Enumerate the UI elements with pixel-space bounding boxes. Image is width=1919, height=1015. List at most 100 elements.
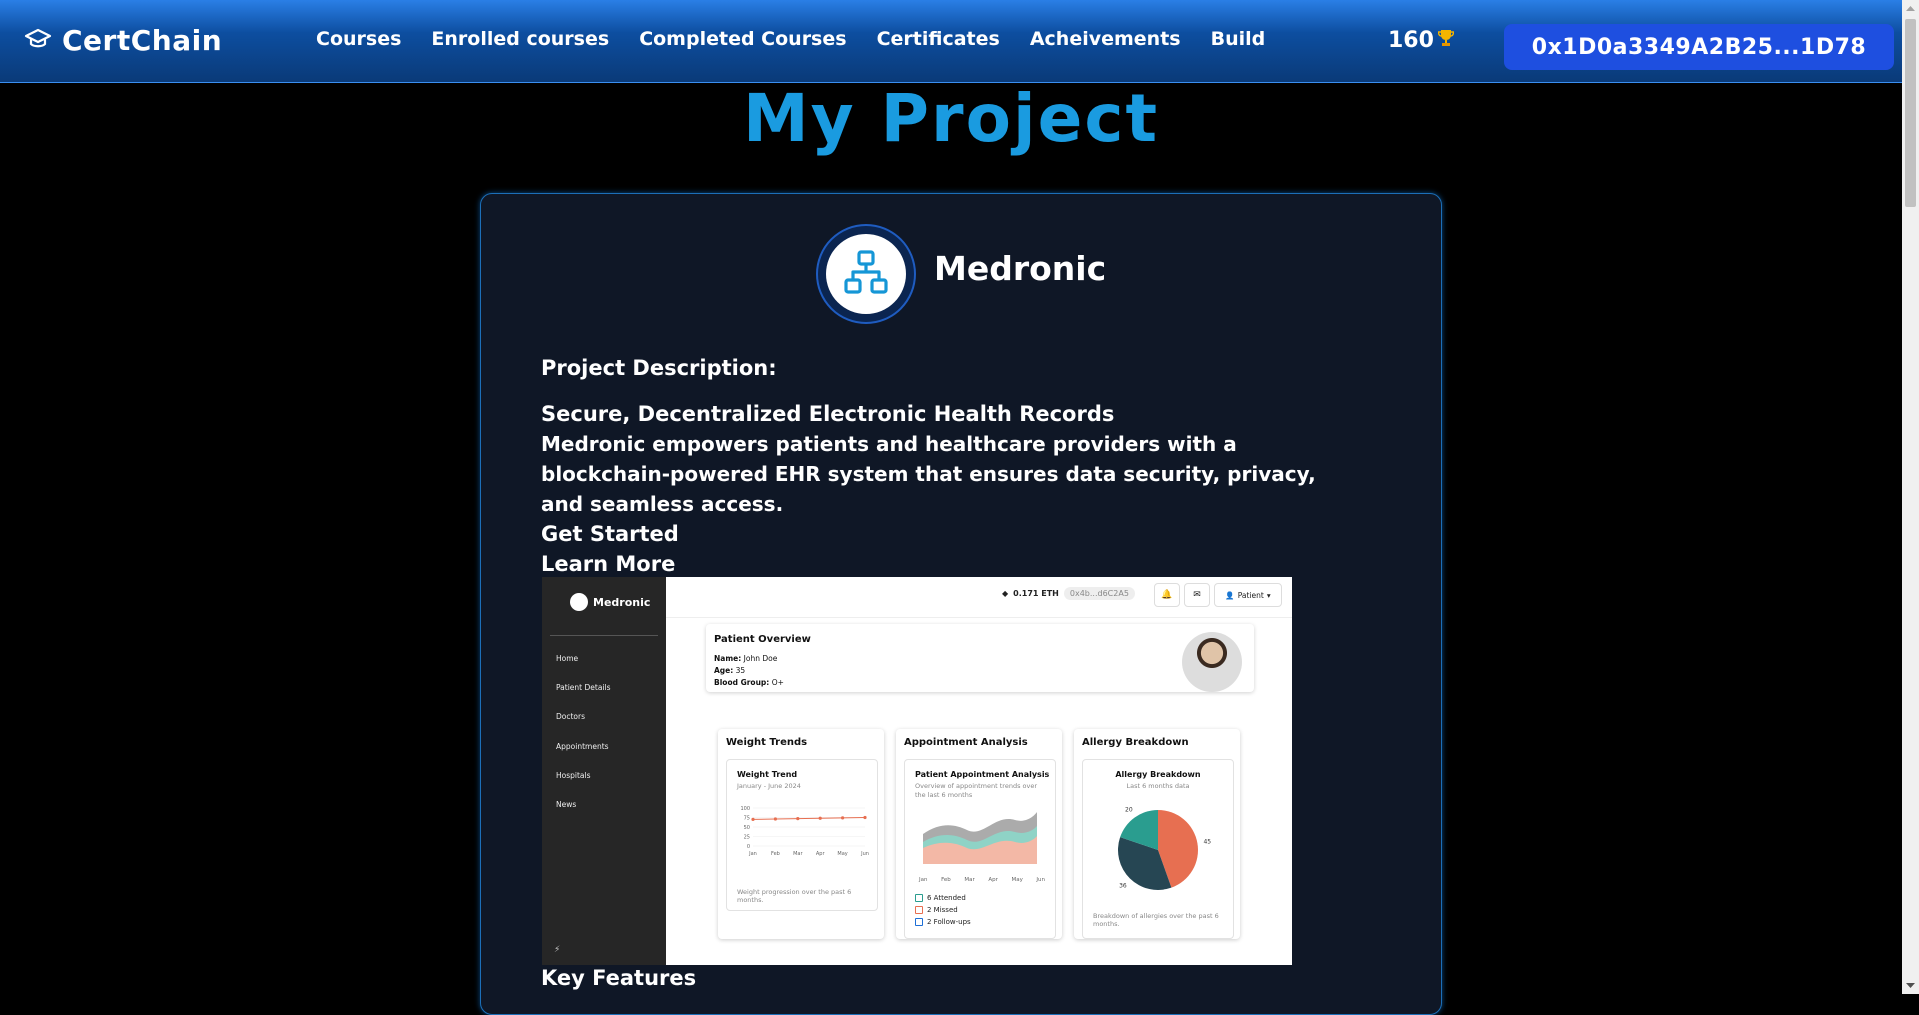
trophy-icon [1437, 28, 1455, 53]
sitemap-icon [841, 247, 891, 301]
points-value: 160 [1388, 28, 1434, 53]
user-menu: 👤 Patient ▾ [1214, 583, 1282, 607]
nav-link-build[interactable]: Build [1211, 28, 1266, 50]
graduation-cap-icon [24, 28, 52, 54]
eth-value: 0.171 ETH [1013, 589, 1059, 598]
chevron-down-icon: ▾ [1266, 590, 1271, 600]
allergy-slice-label: 45 [1203, 838, 1211, 845]
weight-point [863, 815, 867, 820]
screenshot-nav-doctors: Doctors [556, 712, 586, 721]
weight-y-tick: 25 [744, 835, 750, 841]
weight-y-tick: 100 [740, 806, 750, 812]
weight-point [773, 817, 777, 821]
weight-y-tick: 0 [747, 844, 750, 850]
appointment-chart-card: Patient Appointment Analysis Overview of… [904, 759, 1056, 939]
overview-blood-group: Blood Group: O+ [714, 678, 784, 687]
allergy-slice-label: 20 [1125, 806, 1133, 813]
appointment-x-tick: Jan [919, 877, 928, 883]
appointment-analysis-panel: Appointment Analysis Patient Appointment… [896, 729, 1062, 939]
learn-more-link[interactable]: Learn More [541, 549, 1331, 579]
mail-icon: ✉ [1184, 583, 1210, 607]
project-tagline: Secure, Decentralized Electronic Health … [541, 402, 1115, 426]
appointment-area-chart [923, 812, 1037, 864]
nav-link-courses[interactable]: Courses [316, 28, 401, 50]
weight-point [818, 816, 822, 820]
appointment-chart-subtitle: Overview of appointment trends over the … [915, 782, 1038, 799]
screenshot-logo-text: Medronic [593, 595, 651, 609]
brand[interactable]: CertChain [24, 24, 222, 57]
appointment-panel-title: Appointment Analysis [904, 737, 1028, 748]
screenshot-nav-appointments: Appointments [556, 742, 609, 751]
screenshot-nav-hospitals: Hospitals [556, 771, 591, 780]
nav-link-completed-courses[interactable]: Completed Courses [639, 28, 846, 50]
overview-name: Name: John Doe [714, 654, 778, 663]
nav-links: Courses Enrolled courses Completed Cours… [316, 28, 1265, 50]
screenshot-topbar: ◆ 0.171 ETH 0x4b...d6C2A5 🔔 ✉ 👤 Patient … [666, 577, 1292, 618]
address-pill: 0x4b...d6C2A5 [1063, 587, 1135, 600]
weight-chart-subtitle: January - June 2024 [737, 782, 801, 790]
appointment-x-tick: Apr [988, 877, 998, 883]
weight-chart: 100 75 50 25 0Jan Feb Mar Apr May Jun [740, 806, 869, 857]
weight-point [751, 817, 755, 821]
patient-avatar [1182, 632, 1242, 692]
project-avatar [816, 224, 916, 324]
weight-x-tick: May [837, 851, 847, 857]
bell-icon: 🔔 [1154, 583, 1180, 607]
scrollbar-thumb[interactable] [1905, 19, 1916, 207]
allergy-breakdown-panel: Allergy Breakdown Allergy Breakdown Last… [1074, 729, 1240, 939]
screenshot-sidebar: Medronic Home Patient Details Doctors Ap… [542, 577, 666, 965]
nav-link-certificates[interactable]: Certificates [877, 28, 1000, 50]
weight-x-tick: Jun [860, 851, 869, 857]
appointment-x-tick: Mar [964, 877, 975, 883]
nav-link-enrolled-courses[interactable]: Enrolled courses [431, 28, 609, 50]
page-title: My Project [743, 80, 1159, 157]
description-label: Project Description: [541, 356, 777, 380]
weight-x-tick: Jan [748, 851, 757, 857]
weight-panel-title: Weight Trends [726, 737, 808, 748]
weight-x-tick: Feb [771, 851, 780, 857]
appointment-x-tick: Feb [941, 877, 951, 883]
overview-title: Patient Overview [714, 634, 811, 645]
weight-y-tick: 75 [744, 816, 750, 822]
legend-missed: 2 Missed [915, 906, 958, 914]
allergy-panel-title: Allergy Breakdown [1082, 737, 1189, 748]
hospital-logo-icon [570, 593, 588, 611]
wallet-address-button[interactable]: 0x1D0a3349A2B25...1D78 [1504, 24, 1894, 70]
allergy-chart-card: Allergy Breakdown Last 6 months data 45 3… [1082, 759, 1234, 939]
allergy-pie-chart: 45 36 20 [1118, 806, 1211, 890]
allergy-slice-label: 36 [1119, 883, 1127, 890]
nav-link-achievements[interactable]: Acheivements [1030, 28, 1181, 50]
screenshot-logo: Medronic [570, 593, 650, 611]
overview-age: Age: 35 [714, 666, 746, 675]
appointment-chart-title: Patient Appointment Analysis [915, 770, 1050, 779]
points-display: 160 [1388, 28, 1455, 53]
scroll-up-arrow-icon[interactable] [1902, 0, 1919, 17]
brand-name: CertChain [62, 24, 223, 57]
weight-chart-footer: Weight progression over the past 6 month… [737, 888, 852, 904]
appointment-x-tick: May [1011, 877, 1023, 883]
weight-point [796, 817, 800, 821]
ethereum-icon: ◆ [1002, 589, 1009, 598]
appointment-x-axis: Jan Feb Mar Apr May Jun [919, 877, 1045, 883]
user-menu-label: Patient [1237, 590, 1264, 600]
weight-point [841, 816, 845, 820]
weight-x-tick: Apr [816, 851, 826, 857]
scroll-down-arrow-icon[interactable] [1902, 977, 1919, 994]
key-features-heading: Key Features [541, 966, 697, 990]
user-icon: 👤 [1225, 590, 1235, 600]
legend-follow-ups: 2 Follow-ups [915, 918, 971, 926]
allergy-chart-footer: Breakdown of allergies over the past 6 m… [1093, 912, 1219, 928]
sidebar-divider [550, 635, 658, 636]
legend-attended: 6 Attended [915, 894, 966, 902]
weight-y-tick: 50 [744, 825, 750, 831]
project-summary: Medronic empowers patients and healthcar… [541, 432, 1316, 516]
description-body: Secure, Decentralized Electronic Health … [541, 399, 1331, 579]
weight-trends-panel: Weight Trends Weight Trend January - Jun… [718, 729, 884, 939]
page-scrollbar[interactable] [1902, 0, 1919, 994]
weight-x-tick: Mar [793, 851, 803, 857]
project-screenshot: Medronic Home Patient Details Doctors Ap… [542, 577, 1292, 965]
appointment-x-tick: Jun [1036, 877, 1045, 883]
get-started-link[interactable]: Get Started [541, 519, 1331, 549]
project-name: Medronic [934, 249, 1107, 288]
screenshot-nav-news: News [556, 800, 577, 809]
